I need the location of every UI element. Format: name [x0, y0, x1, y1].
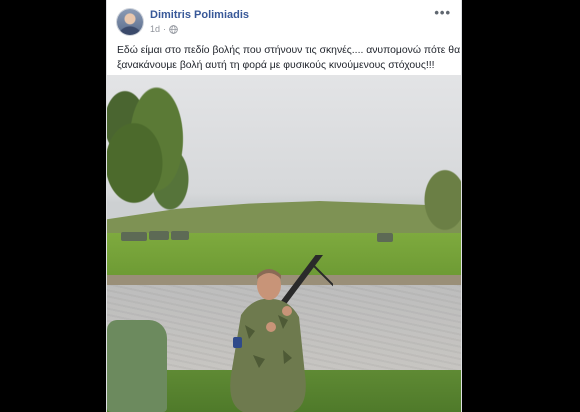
meta-separator: ·: [163, 24, 167, 34]
photo-vehicle: [377, 233, 393, 242]
post-text: Εδώ είμαι στο πεδίο βολής που στήνουν τι…: [117, 43, 461, 73]
post-text-line: Εδώ είμαι στο πεδίο βολής που στήνουν τι…: [117, 45, 461, 56]
author-avatar[interactable]: [117, 9, 143, 35]
facebook-post: Dimitris Polimiadis 1d · ••• Εδώ είμαι σ…: [106, 0, 462, 412]
post-photo[interactable]: [107, 75, 461, 412]
photo-tree-right: [421, 165, 461, 235]
photo-trees: [107, 75, 197, 235]
post-timestamp[interactable]: 1d: [150, 24, 160, 34]
photo-soldier: [230, 255, 333, 412]
globe-icon[interactable]: [169, 24, 178, 34]
post-meta: 1d ·: [150, 24, 178, 34]
author-name[interactable]: Dimitris Polimiadis: [150, 9, 249, 21]
post-header: Dimitris Polimiadis 1d · •••: [107, 0, 461, 40]
photo-bag: [107, 320, 167, 412]
post-text-line: ξανακάνουμε βολή αυτή τη φορά με φυσικού…: [117, 60, 435, 71]
photo-vehicle: [121, 232, 147, 241]
photo-vehicle: [149, 231, 169, 240]
photo-vehicle: [171, 231, 189, 240]
more-options-icon[interactable]: •••: [434, 6, 451, 19]
